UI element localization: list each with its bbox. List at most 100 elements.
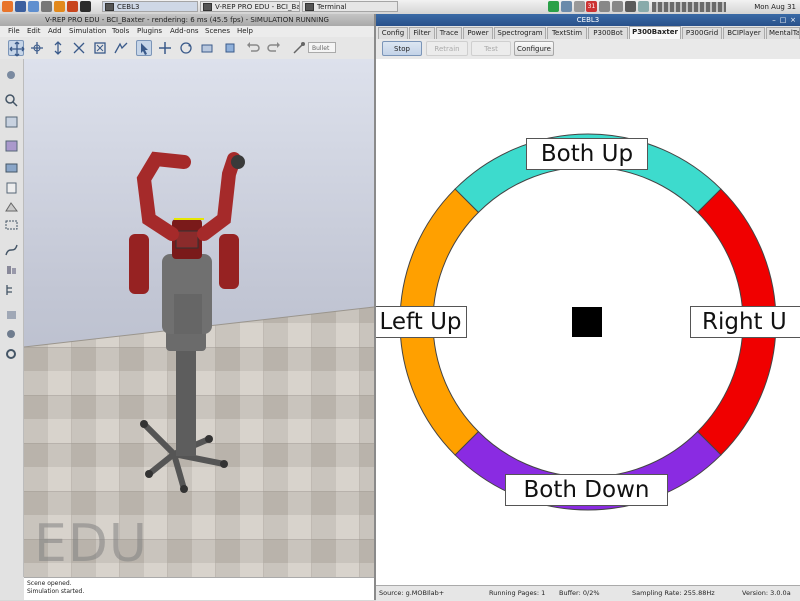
menu-scenes[interactable]: Scenes [205, 26, 230, 37]
stop-button[interactable]: Stop [382, 41, 422, 56]
calculation-icon[interactable] [4, 139, 19, 153]
status-version: Version: 3.0.0a [742, 589, 791, 597]
window-icon [203, 3, 212, 11]
scene-hierarchy-icon[interactable] [4, 283, 19, 297]
scripts-icon[interactable] [4, 181, 19, 195]
vrep-3d-scene[interactable]: EDU [24, 59, 374, 577]
office-icon[interactable] [67, 1, 78, 12]
robot-pedestal [176, 344, 196, 456]
taskbar-window-terminal[interactable]: Terminal [302, 1, 398, 12]
cebl-control-bar: Stop Retrain Test Configure [376, 39, 800, 60]
selection-icon[interactable] [4, 218, 19, 232]
volume-icon[interactable] [625, 1, 636, 12]
robot-right-arm [197, 152, 241, 241]
tab-trace[interactable]: Trace [436, 27, 462, 39]
close-icon[interactable]: × [789, 16, 797, 24]
chrome-icon[interactable] [28, 1, 39, 12]
physics-engine-select[interactable]: Bullet [308, 42, 336, 53]
simulation-settings-icon[interactable] [4, 68, 19, 82]
terminal-launch-icon[interactable] [80, 1, 91, 12]
shapes-icon[interactable] [4, 200, 19, 214]
menu-help[interactable]: Help [237, 26, 253, 37]
camera-pan-icon[interactable] [8, 40, 25, 57]
cebl-status-bar: Source: g.MOBIlab+ Running Pages: 1 Buff… [376, 585, 800, 601]
tab-p300grid[interactable]: P300Grid [682, 27, 722, 39]
physics-icon[interactable] [291, 40, 307, 56]
keyboard-icon[interactable] [612, 1, 623, 12]
video-recorder-icon[interactable] [4, 327, 19, 341]
retrain-button[interactable]: Retrain [426, 41, 468, 56]
move-to-icon[interactable] [222, 40, 238, 56]
tab-textstim[interactable]: TextStim [547, 27, 587, 39]
vlc-icon[interactable] [54, 1, 65, 12]
object-shift-icon[interactable] [157, 40, 173, 56]
network-icon[interactable] [548, 1, 559, 12]
p300-canvas[interactable]: Both Up Right U Both Down Left Up [376, 59, 800, 585]
label-right-up: Right U [690, 306, 800, 338]
taskbar-window-label: Terminal [317, 3, 347, 11]
taskbar-window-vrep[interactable]: V-REP PRO EDU - BCI_Ba... [200, 1, 300, 12]
label-both-down: Both Down [505, 474, 668, 506]
camera-shift-icon[interactable] [50, 40, 66, 56]
menu-tools[interactable]: Tools [112, 26, 129, 37]
camera-rotate-icon[interactable] [29, 40, 45, 56]
maximize-icon[interactable]: □ [779, 16, 787, 24]
file-manager-icon[interactable] [41, 1, 52, 12]
printer-icon[interactable] [599, 1, 610, 12]
properties-icon[interactable] [4, 115, 19, 129]
tab-power[interactable]: Power [463, 27, 493, 39]
fit-to-view-icon[interactable] [92, 40, 108, 56]
bluetooth-icon[interactable] [561, 1, 572, 12]
redo-icon[interactable] [266, 40, 282, 56]
display-icon[interactable] [574, 1, 585, 12]
vrep-toolbar: Bullet [0, 37, 374, 60]
camera-angle-icon[interactable] [113, 40, 129, 56]
menu-edit[interactable]: Edit [27, 26, 41, 37]
cebl-tab-bar: Config Filter Trace Power Spectrogram Te… [376, 26, 800, 40]
configure-button[interactable]: Configure [514, 41, 554, 56]
click-select-icon[interactable] [136, 40, 152, 56]
scene-render [24, 151, 374, 577]
firefox-icon[interactable] [2, 1, 13, 12]
tab-spectrogram[interactable]: Spectrogram [494, 27, 546, 39]
model-browser-icon[interactable] [4, 263, 19, 277]
tab-bciplayer[interactable]: BCIPlayer [723, 27, 765, 39]
test-button[interactable]: Test [471, 41, 511, 56]
collections-icon[interactable] [4, 161, 19, 175]
status-running-pages: Running Pages: 1 [489, 589, 546, 597]
tab-mentaltask[interactable]: MentalTask [766, 27, 800, 39]
system-clock[interactable]: Mon Aug 31 01:21pm [730, 0, 796, 25]
fixation-square [572, 307, 602, 337]
tab-p300baxter[interactable]: P300Baxter [629, 26, 681, 39]
layers-icon[interactable] [4, 308, 19, 322]
label-left-up: Left Up [376, 306, 467, 338]
thunderbird-icon[interactable] [15, 1, 26, 12]
system-taskbar: CEBL3 V-REP PRO EDU - BCI_Ba... Terminal… [0, 0, 800, 25]
label-both-up: Both Up [526, 138, 648, 170]
menu-plugins[interactable]: Plugins [137, 26, 162, 37]
status-line: Scene opened. [27, 580, 72, 587]
window-icon [105, 3, 114, 11]
vrep-menubar: File Edit Add Simulation Tools Plugins A… [0, 26, 374, 37]
tab-config[interactable]: Config [378, 27, 408, 39]
minimize-icon[interactable]: – [770, 16, 778, 24]
object-rotate-icon[interactable] [178, 40, 194, 56]
undo-icon[interactable] [245, 40, 261, 56]
menu-add-ons[interactable]: Add-ons [170, 26, 199, 37]
tab-p300bot[interactable]: P300Bot [588, 27, 628, 39]
zoom-icon[interactable] [4, 93, 19, 107]
paths-icon[interactable] [4, 243, 19, 257]
edu-watermark: EDU [34, 514, 148, 574]
tab-filter[interactable]: Filter [409, 27, 435, 39]
user-settings-icon[interactable] [4, 347, 19, 361]
vrep-window-title: V-REP PRO EDU - BCI_Baxter - rendering: … [0, 14, 374, 26]
menu-add[interactable]: Add [48, 26, 62, 37]
camera-zoom-icon[interactable] [71, 40, 87, 56]
assembly-icon[interactable] [199, 40, 215, 56]
taskbar-window-cebl3[interactable]: CEBL3 [102, 1, 198, 12]
menu-file[interactable]: File [8, 26, 20, 37]
vrep-side-toolbar [0, 59, 24, 577]
monitor-icon[interactable] [638, 1, 649, 12]
menu-simulation[interactable]: Simulation [69, 26, 106, 37]
calendar-badge[interactable]: 31 [586, 1, 597, 12]
